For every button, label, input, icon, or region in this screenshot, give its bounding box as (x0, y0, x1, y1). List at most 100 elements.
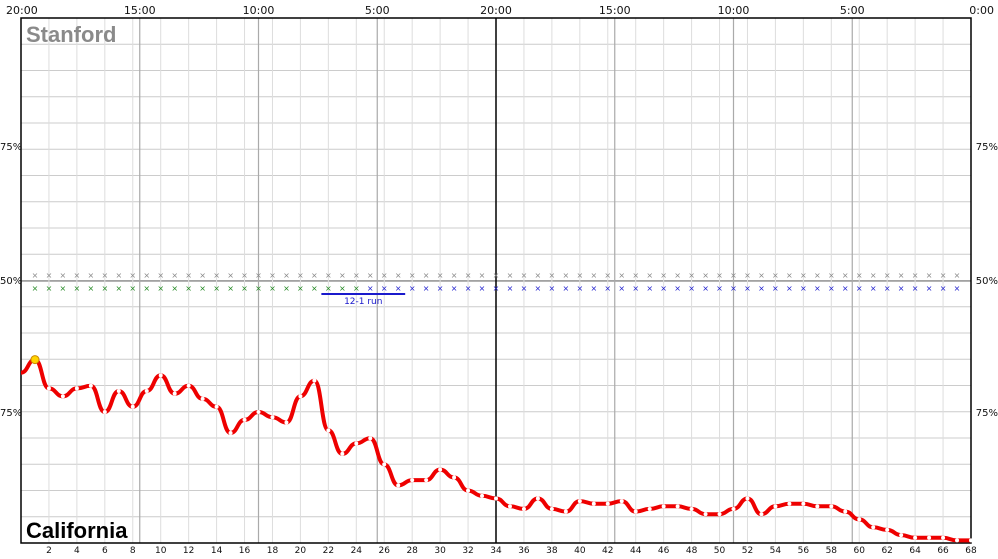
data-point (116, 389, 121, 394)
stanford-possession-mark: × (604, 271, 611, 280)
stanford-possession-mark: × (339, 271, 346, 280)
stanford-possession-mark: × (758, 271, 765, 280)
data-point (773, 504, 778, 509)
stanford-possession-mark: × (409, 271, 416, 280)
data-point (913, 535, 918, 540)
california-possession-mark: × (325, 284, 332, 293)
california-possession-mark: × (842, 284, 849, 293)
data-point (396, 483, 401, 488)
stanford-possession-mark: × (311, 271, 318, 280)
california-possession-mark: × (451, 284, 458, 293)
data-point (871, 525, 876, 530)
possession-tick-label: 6 (102, 546, 108, 556)
california-possession-mark: × (688, 284, 695, 293)
california-possession-mark: × (940, 284, 947, 293)
stanford-possession-mark: × (74, 271, 81, 280)
california-possession-mark: × (353, 284, 360, 293)
california-possession-mark: × (283, 284, 290, 293)
california-possession-mark: × (884, 284, 891, 293)
stanford-possession-mark: × (940, 271, 947, 280)
data-point (256, 410, 261, 414)
california-possession-mark: × (381, 284, 388, 293)
california-possession-mark: × (828, 284, 835, 293)
possession-tick-label: 8 (130, 546, 136, 556)
data-point (312, 378, 317, 383)
stanford-possession-mark: × (367, 271, 374, 280)
california-possession-mark: × (856, 284, 863, 293)
california-possession-mark: × (311, 284, 318, 293)
stanford-possession-mark: × (954, 271, 961, 280)
data-point (228, 430, 233, 435)
data-point (703, 512, 708, 517)
stanford-possession-mark: × (213, 271, 220, 280)
time-tick-label: 15:00 (124, 4, 156, 17)
california-possession-mark: × (437, 284, 444, 293)
data-point (438, 467, 443, 472)
california-possession-mark: × (926, 284, 933, 293)
california-possession-mark: × (297, 284, 304, 293)
california-possession-mark: × (674, 284, 681, 293)
data-point (759, 512, 764, 517)
stanford-possession-mark: × (32, 271, 39, 280)
stanford-possession-mark: × (730, 271, 737, 280)
time-tick-label: 10:00 (243, 4, 275, 17)
pct-label-right: 75% (976, 142, 998, 153)
california-possession-mark: × (199, 284, 206, 293)
stanford-possession-mark: × (88, 271, 95, 280)
possession-tick-label: 2 (46, 546, 52, 556)
data-point (941, 535, 946, 540)
stanford-possession-mark: × (451, 271, 458, 280)
data-point (214, 404, 219, 409)
data-point (885, 527, 890, 532)
stanford-possession-mark: × (674, 271, 681, 280)
run-label: 12-1 run (344, 297, 382, 307)
stanford-possession-mark: × (423, 271, 430, 280)
stanford-possession-mark: × (129, 271, 136, 280)
stanford-possession-mark: × (814, 271, 821, 280)
possession-tick-label: 54 (770, 546, 782, 556)
stanford-possession-mark: × (325, 271, 332, 280)
california-possession-mark: × (339, 284, 346, 293)
data-point (74, 386, 79, 391)
possession-tick-label: 52 (742, 546, 753, 556)
data-point (661, 504, 666, 509)
california-possession-mark: × (213, 284, 220, 293)
time-tick-label: 15:00 (599, 4, 631, 17)
team-label-stanford: Stanford (26, 22, 116, 47)
stanford-possession-mark: × (479, 271, 486, 280)
pct-label-left: 50% (0, 276, 22, 287)
stanford-possession-mark: × (255, 271, 262, 280)
california-possession-mark: × (409, 284, 416, 293)
team-label-california: California (26, 518, 128, 543)
data-point (368, 436, 373, 441)
data-point (829, 504, 834, 509)
data-point (270, 415, 275, 420)
stanford-possession-mark: × (437, 271, 444, 280)
data-point (340, 451, 345, 456)
data-point (619, 499, 624, 504)
stanford-possession-mark: × (171, 271, 178, 280)
possession-tick-label: 14 (211, 546, 223, 556)
data-point (857, 517, 862, 522)
data-point (591, 501, 596, 506)
stanford-possession-mark: × (618, 271, 625, 280)
stanford-possession-mark: × (646, 271, 653, 280)
data-point (633, 509, 638, 514)
stanford-possession-mark: × (283, 271, 290, 280)
possession-tick-label: 30 (434, 546, 446, 556)
california-possession-mark: × (60, 284, 67, 293)
california-possession-mark: × (563, 284, 570, 293)
data-point (466, 488, 471, 493)
california-possession-mark: × (74, 284, 81, 293)
data-point (675, 504, 680, 509)
data-point (186, 383, 191, 388)
california-possession-mark: × (912, 284, 919, 293)
time-tick-label: 20:00 (6, 4, 38, 17)
data-point (284, 420, 289, 425)
data-point (494, 496, 498, 501)
data-point (424, 478, 429, 483)
possession-tick-label: 20 (295, 546, 307, 556)
possession-tick-label: 32 (462, 546, 473, 556)
data-point (480, 493, 485, 498)
data-point (899, 533, 904, 538)
